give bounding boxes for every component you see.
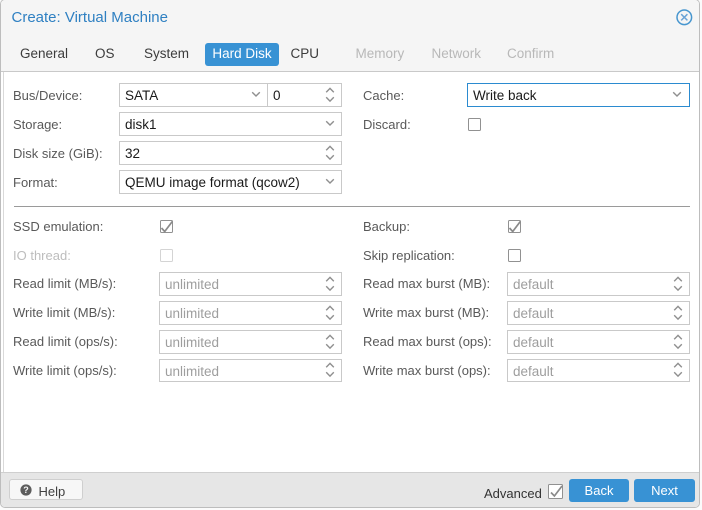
svg-text:?: ? xyxy=(23,485,29,495)
